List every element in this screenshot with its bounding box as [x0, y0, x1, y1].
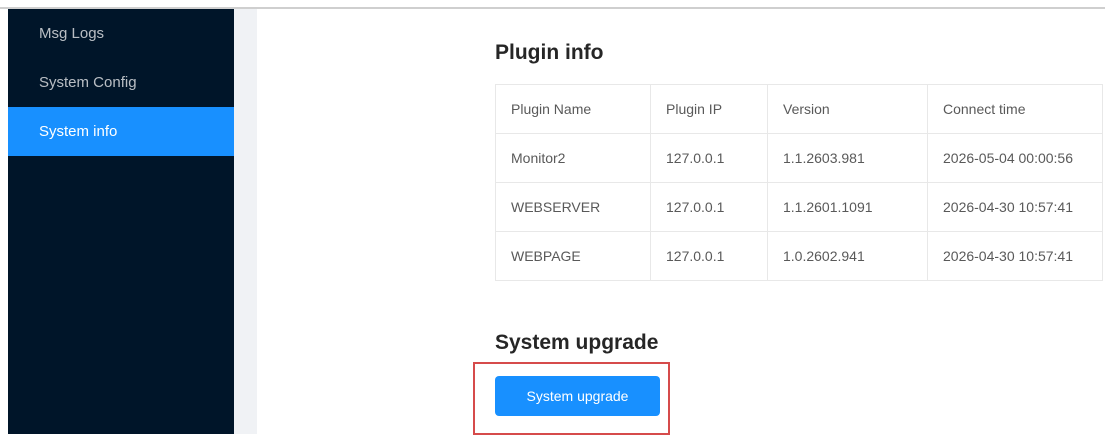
sidebar: Msg Logs System Config System info	[8, 9, 234, 434]
plugin-info-table: Plugin Name Plugin IP Version Connect ti…	[495, 84, 1103, 281]
cell-version: 1.1.2601.1091	[767, 182, 928, 232]
table-row: WEBSERVER 127.0.0.1 1.1.2601.1091 2026-0…	[495, 182, 1103, 232]
cell-connect-time: 2026-04-30 10:57:41	[927, 231, 1103, 281]
table-row: Monitor2 127.0.0.1 1.1.2603.981 2026-05-…	[495, 133, 1103, 183]
cell-connect-time: 2026-05-04 00:00:56	[927, 133, 1103, 183]
cell-plugin-ip: 127.0.0.1	[650, 231, 768, 281]
sidebar-item-label: Msg Logs	[39, 25, 105, 42]
cell-plugin-ip: 127.0.0.1	[650, 182, 768, 232]
table-row: WEBPAGE 127.0.0.1 1.0.2602.941 2026-04-3…	[495, 231, 1103, 281]
cell-connect-time: 2026-04-30 10:57:41	[927, 182, 1103, 232]
top-border	[0, 0, 1105, 9]
main-content: Plugin info Plugin Name Plugin IP Versio…	[257, 9, 1105, 435]
system-upgrade-button[interactable]: System upgrade	[495, 376, 660, 416]
column-header-plugin-ip: Plugin IP	[650, 84, 768, 134]
plugin-info-title: Plugin info	[495, 41, 604, 64]
sidebar-item-label: System Config	[39, 74, 137, 91]
cell-plugin-ip: 127.0.0.1	[650, 133, 768, 183]
cell-plugin-name: Monitor2	[495, 133, 651, 183]
column-header-plugin-name: Plugin Name	[495, 84, 651, 134]
cell-version: 1.1.2603.981	[767, 133, 928, 183]
sidebar-item-system-config[interactable]: System Config	[8, 58, 234, 107]
cell-plugin-name: WEBSERVER	[495, 182, 651, 232]
sidebar-item-msg-logs[interactable]: Msg Logs	[8, 9, 234, 58]
cell-version: 1.0.2602.941	[767, 231, 928, 281]
column-header-connect-time: Connect time	[927, 84, 1103, 134]
sidebar-item-label: System info	[39, 123, 118, 140]
table-header-row: Plugin Name Plugin IP Version Connect ti…	[495, 84, 1103, 134]
sidebar-item-system-info[interactable]: System info	[8, 107, 234, 156]
system-upgrade-title: System upgrade	[495, 331, 659, 354]
column-header-version: Version	[767, 84, 928, 134]
cell-plugin-name: WEBPAGE	[495, 231, 651, 281]
layout-gutter	[234, 9, 257, 434]
